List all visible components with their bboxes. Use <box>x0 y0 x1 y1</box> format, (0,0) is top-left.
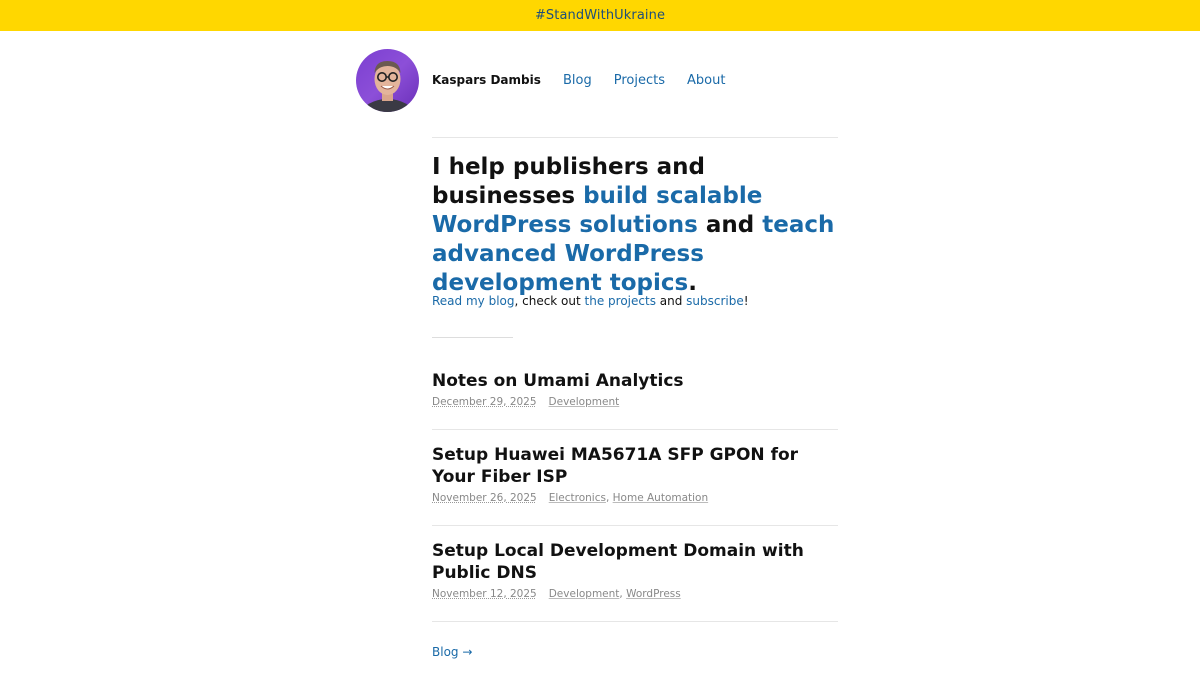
post-meta: November 26, 2025 Electronics, Home Autom… <box>432 492 838 504</box>
stand-with-ukraine-banner[interactable]: #StandWithUkraine <box>0 0 1200 31</box>
intro-text-1: , check out <box>514 294 585 308</box>
hero-text-2: and <box>697 212 763 238</box>
post-category-link[interactable]: Development <box>549 588 620 600</box>
nav-blog[interactable]: Blog <box>563 73 592 88</box>
divider <box>432 137 838 138</box>
short-divider <box>432 337 513 338</box>
intro-text-2: and <box>655 294 687 308</box>
post-meta: December 29, 2025 Development <box>432 396 838 408</box>
hero-text-3: . <box>688 270 697 296</box>
post-item: Setup Huawei MA5671A SFP GPON for Your F… <box>432 444 838 504</box>
post-title-link[interactable]: Notes on Umami Analytics <box>432 370 838 392</box>
post-title-link[interactable]: Setup Local Development Domain with Publ… <box>432 540 838 584</box>
post-title-link[interactable]: Setup Huawei MA5671A SFP GPON for Your F… <box>432 444 838 488</box>
post-date: November 26, 2025 <box>432 492 537 504</box>
intro-text: Read my blog, check out the projects and… <box>432 294 749 308</box>
post-category-link[interactable]: WordPress <box>626 588 681 600</box>
projects-link[interactable]: the projects <box>585 294 656 308</box>
main-nav: Blog Projects About <box>563 73 747 88</box>
nav-projects[interactable]: Projects <box>614 73 665 88</box>
avatar[interactable] <box>356 49 419 112</box>
subscribe-link[interactable]: subscribe <box>686 294 744 308</box>
site-name[interactable]: Kaspars Dambis <box>432 73 541 87</box>
intro-text-3: ! <box>743 294 749 308</box>
post-category-link[interactable]: Home Automation <box>613 492 709 504</box>
hero-heading: I help publishers and businesses build s… <box>432 153 842 298</box>
post-category-link[interactable]: Electronics <box>549 492 606 504</box>
category-separator: , <box>605 492 613 504</box>
post-item: Notes on Umami Analytics December 29, 20… <box>432 370 838 408</box>
post-divider <box>432 429 838 430</box>
post-divider <box>432 525 838 526</box>
site-header: Kaspars Dambis Blog Projects About <box>356 49 856 113</box>
banner-text[interactable]: #StandWithUkraine <box>535 8 665 23</box>
post-date: November 12, 2025 <box>432 588 537 600</box>
post-date: December 29, 2025 <box>432 396 537 408</box>
post-divider <box>432 621 838 622</box>
post-category-link[interactable]: Development <box>549 396 620 408</box>
post-meta: November 12, 2025 Development, WordPress <box>432 588 838 600</box>
nav-about[interactable]: About <box>687 73 725 88</box>
post-item: Setup Local Development Domain with Publ… <box>432 540 838 600</box>
blog-archive-link[interactable]: Blog → <box>432 645 472 659</box>
avatar-portrait-image <box>361 61 414 112</box>
read-blog-link[interactable]: Read my blog <box>432 294 514 308</box>
